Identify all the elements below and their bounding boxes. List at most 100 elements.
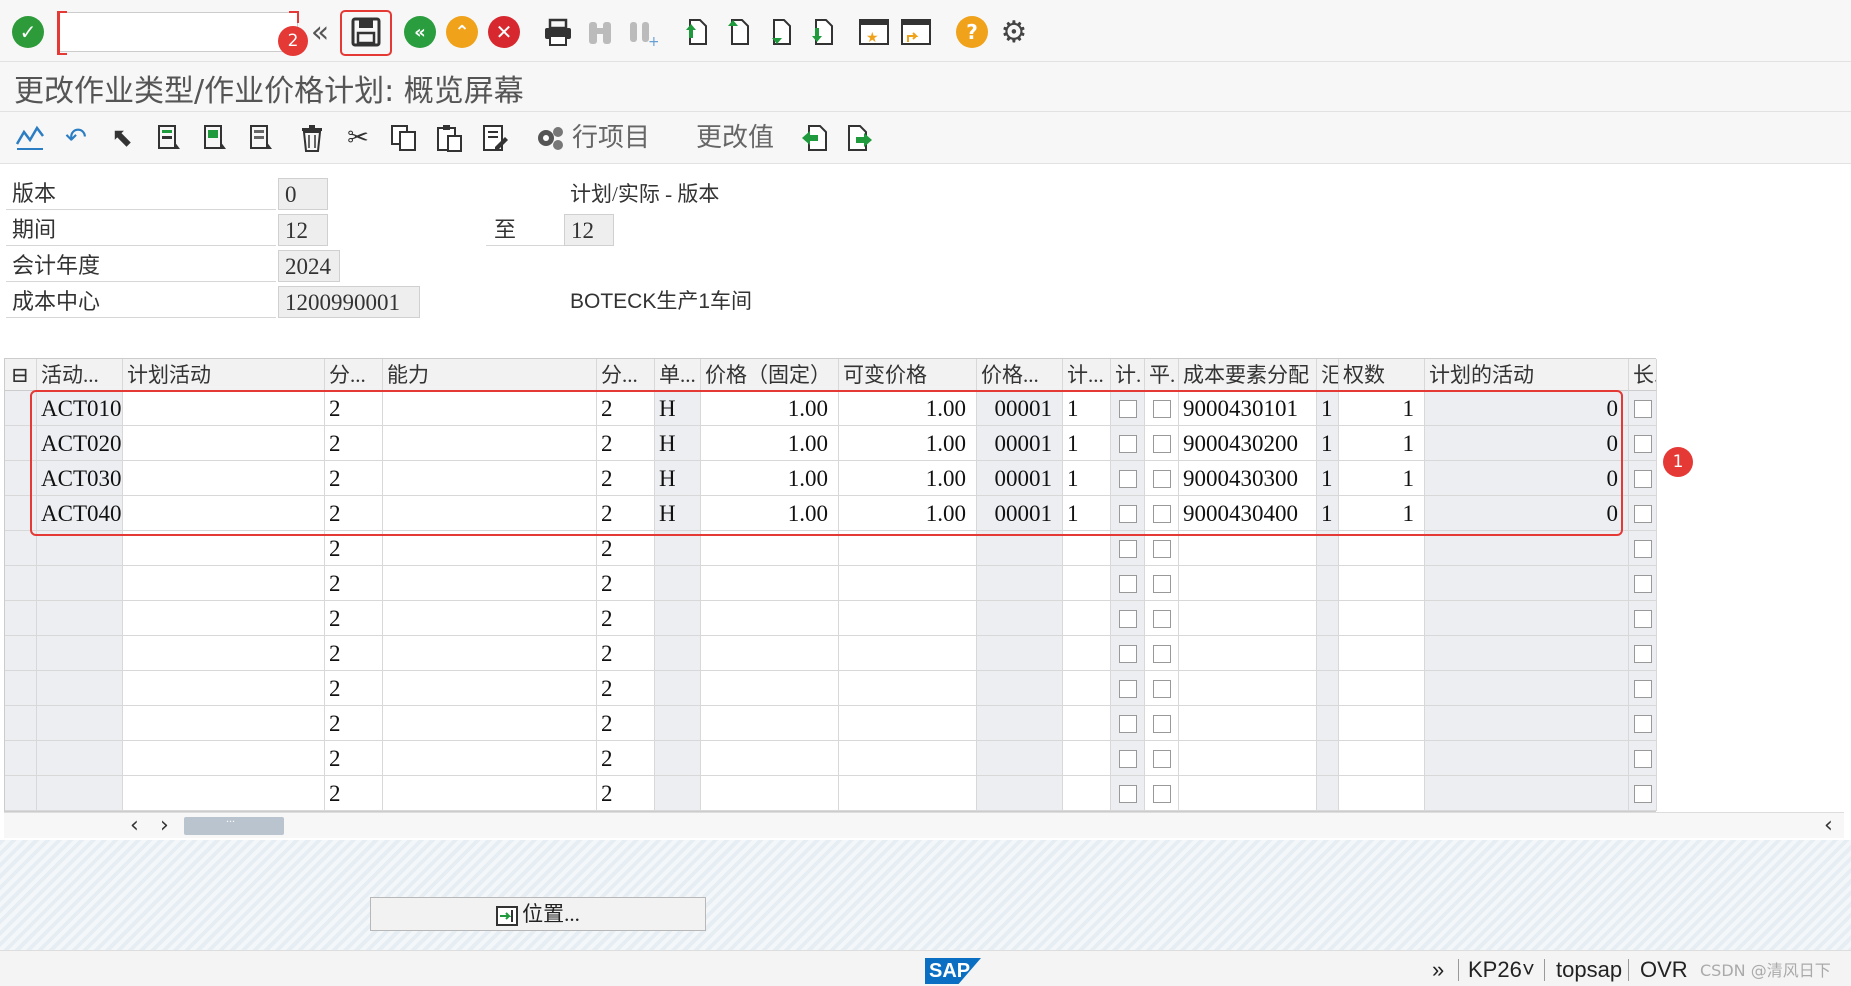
scroll-end-icon[interactable]: ‹ xyxy=(1824,813,1833,839)
cell-calc[interactable]: 1 xyxy=(1063,391,1111,426)
cell-capacity[interactable] xyxy=(383,461,597,496)
cell-dist1[interactable]: 2 xyxy=(325,461,383,496)
row-selector[interactable] xyxy=(5,531,37,566)
cell-calc[interactable] xyxy=(1063,601,1111,636)
checkbox[interactable] xyxy=(1633,470,1652,489)
cell-dist2[interactable]: 2 xyxy=(597,566,655,601)
cell-calc[interactable] xyxy=(1063,776,1111,811)
col-price-unit-header[interactable]: 价格... xyxy=(977,359,1063,391)
scroll-right-icon[interactable]: › xyxy=(160,813,169,839)
double-chevron-left-icon[interactable]: « xyxy=(302,14,338,50)
cut-icon[interactable]: ✂ xyxy=(340,120,376,156)
new-session-button[interactable]: ★ xyxy=(856,14,892,50)
cell-long[interactable] xyxy=(1629,636,1657,671)
scroll-thumb[interactable]: ... xyxy=(184,811,284,835)
cell-cost-element[interactable] xyxy=(1179,741,1317,776)
line-items-icon[interactable] xyxy=(532,120,568,156)
previous-cost-center-icon[interactable] xyxy=(796,120,832,156)
table-settings-icon[interactable]: ⊟ xyxy=(5,359,37,391)
col-activity-header[interactable]: 活动... xyxy=(37,359,123,391)
cell-planned-activity[interactable] xyxy=(123,391,325,426)
checkbox[interactable] xyxy=(1633,505,1652,524)
row-selector[interactable] xyxy=(5,741,37,776)
cell-planned-activity[interactable] xyxy=(123,741,325,776)
cell-fixed-price[interactable]: 1.00 xyxy=(701,426,839,461)
col-calc-header[interactable]: 计... xyxy=(1063,359,1111,391)
checkbox[interactable] xyxy=(1633,435,1652,454)
checkbox[interactable] xyxy=(1118,610,1137,629)
cancel-button[interactable]: ✕ xyxy=(486,14,522,50)
cell-cost-element[interactable] xyxy=(1179,776,1317,811)
cell-capacity[interactable] xyxy=(383,496,597,531)
checkbox[interactable] xyxy=(1633,750,1652,769)
cell-flag2[interactable] xyxy=(1145,461,1179,496)
cell-capacity[interactable] xyxy=(383,391,597,426)
cell-calc[interactable] xyxy=(1063,566,1111,601)
col-variable-price-header[interactable]: 可变价格 xyxy=(839,359,977,391)
checkbox[interactable] xyxy=(1152,680,1171,699)
cell-flag2[interactable] xyxy=(1145,496,1179,531)
cell-variable-price[interactable] xyxy=(839,776,977,811)
checkbox[interactable] xyxy=(1152,470,1171,489)
copy-icon[interactable] xyxy=(386,120,422,156)
checkbox[interactable] xyxy=(1118,785,1137,804)
checkbox[interactable] xyxy=(1118,505,1137,524)
change-values-button[interactable]: 更改值 xyxy=(696,120,774,156)
cell-long[interactable] xyxy=(1629,601,1657,636)
cell-weight[interactable]: 1 xyxy=(1339,496,1425,531)
scroll-left-icon[interactable]: ‹ xyxy=(130,813,139,839)
cell-cost-element[interactable]: 9000430101 xyxy=(1179,391,1317,426)
col-flag2-header[interactable]: 平. xyxy=(1145,359,1179,391)
cell-planned-activity[interactable] xyxy=(123,601,325,636)
cell-flag2[interactable] xyxy=(1145,741,1179,776)
cell-variable-price[interactable] xyxy=(839,566,977,601)
cell-long[interactable] xyxy=(1629,776,1657,811)
row-selector[interactable] xyxy=(5,426,37,461)
checkbox[interactable] xyxy=(1118,435,1137,454)
cell-fixed-price[interactable]: 1.00 xyxy=(701,461,839,496)
cost-center-field[interactable]: 1200990001 xyxy=(278,286,420,318)
col-dist1-header[interactable]: 分... xyxy=(325,359,383,391)
cell-weight[interactable] xyxy=(1339,671,1425,706)
cell-dist2[interactable]: 2 xyxy=(597,671,655,706)
version-field[interactable]: 0 xyxy=(278,178,328,210)
row-selector[interactable] xyxy=(5,671,37,706)
cell-flag1[interactable] xyxy=(1111,671,1145,706)
col-fixed-price-header[interactable]: 价格（固定） xyxy=(701,359,839,391)
row-selector[interactable] xyxy=(5,706,37,741)
col-long-header[interactable]: 长. xyxy=(1629,359,1657,391)
deselect-all-icon[interactable] xyxy=(244,120,280,156)
cell-long[interactable] xyxy=(1629,706,1657,741)
cell-dist2[interactable]: 2 xyxy=(597,776,655,811)
cell-flag2[interactable] xyxy=(1145,426,1179,461)
checkbox[interactable] xyxy=(1633,400,1652,419)
col-capacity-header[interactable]: 能力 xyxy=(383,359,597,391)
settings-icon[interactable]: ⚙ xyxy=(996,14,1032,50)
cell-flag1[interactable] xyxy=(1111,391,1145,426)
cell-dist2[interactable]: 2 xyxy=(597,531,655,566)
cell-planned-activity[interactable] xyxy=(123,636,325,671)
cell-dist1[interactable]: 2 xyxy=(325,566,383,601)
edit-icon[interactable] xyxy=(478,120,514,156)
checkbox[interactable] xyxy=(1633,680,1652,699)
cell-flag1[interactable] xyxy=(1111,426,1145,461)
cell-variable-price[interactable] xyxy=(839,671,977,706)
cell-dist2[interactable]: 2 xyxy=(597,601,655,636)
cell-calc[interactable] xyxy=(1063,636,1111,671)
cell-variable-price[interactable] xyxy=(839,706,977,741)
cell-dist2[interactable]: 2 xyxy=(597,496,655,531)
first-page-button[interactable] xyxy=(678,14,714,50)
col-planned-activity-qty-header[interactable]: 计划的活动 xyxy=(1425,359,1629,391)
cell-cost-element[interactable] xyxy=(1179,636,1317,671)
cell-flag2[interactable] xyxy=(1145,391,1179,426)
command-field[interactable]: ⌄ xyxy=(57,11,299,55)
cell-variable-price[interactable]: 1.00 xyxy=(839,496,977,531)
checkbox[interactable] xyxy=(1152,400,1171,419)
checkbox[interactable] xyxy=(1152,750,1171,769)
checkbox[interactable] xyxy=(1152,610,1171,629)
next-page-button[interactable] xyxy=(762,14,798,50)
cell-calc[interactable] xyxy=(1063,706,1111,741)
row-selector[interactable] xyxy=(5,636,37,671)
cell-planned-activity[interactable] xyxy=(123,461,325,496)
cell-variable-price[interactable] xyxy=(839,741,977,776)
